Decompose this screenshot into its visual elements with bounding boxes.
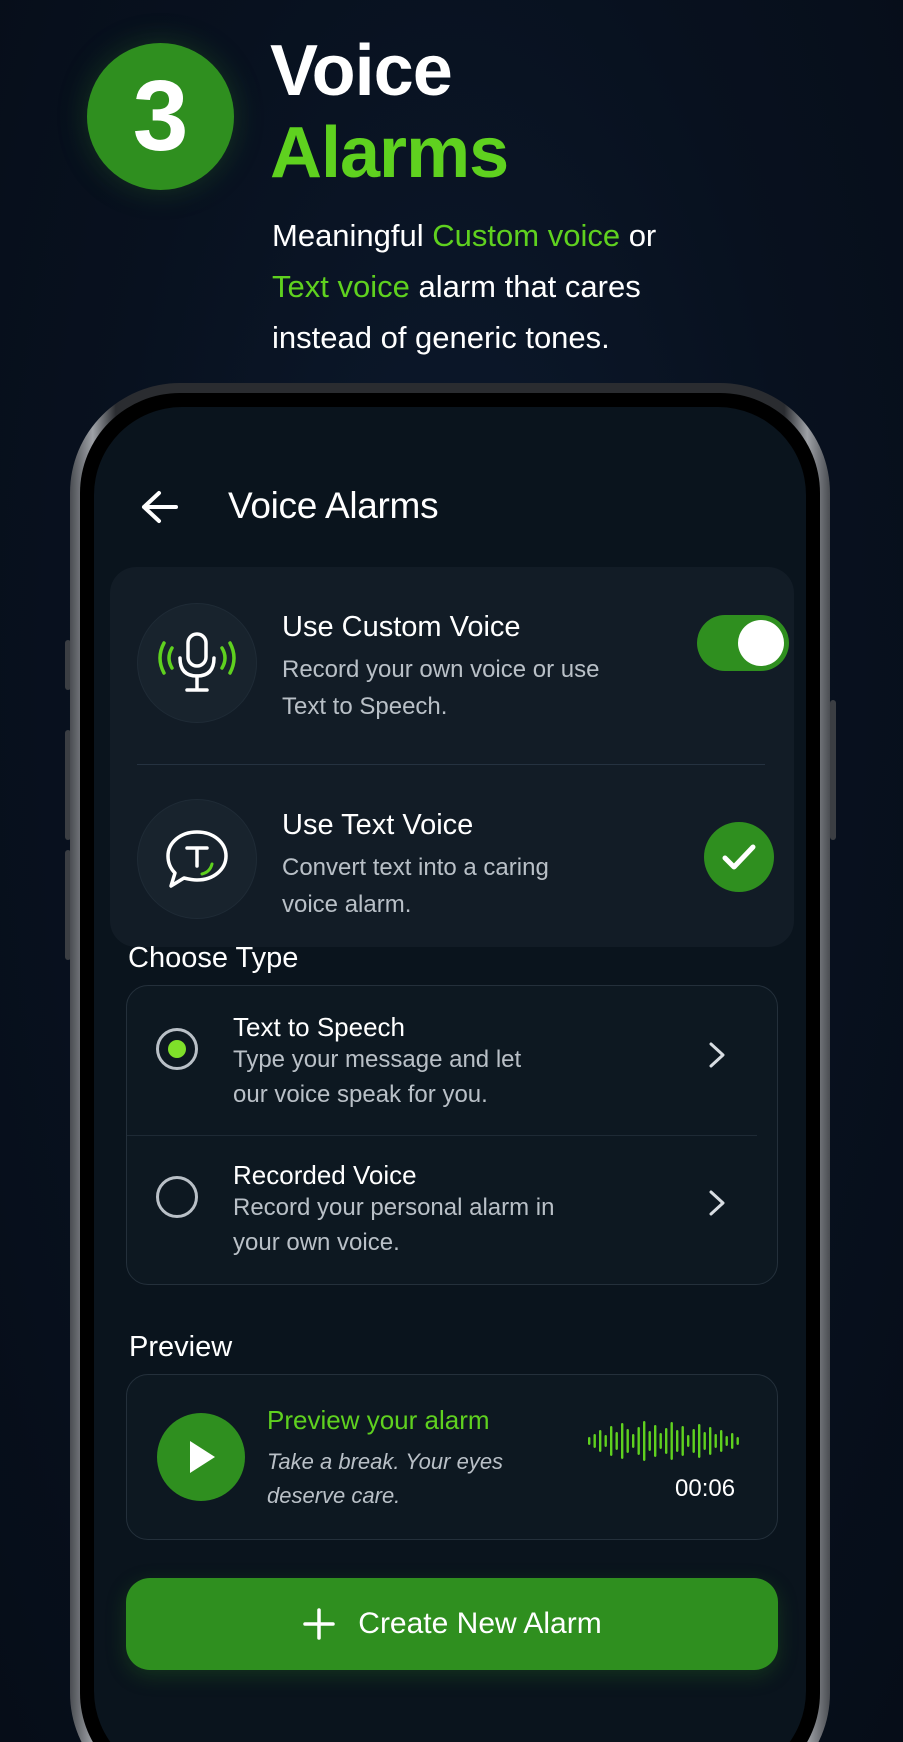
create-button-label: Create New Alarm <box>358 1607 602 1640</box>
waveform-bar <box>681 1426 684 1456</box>
toggle-knob <box>738 620 784 666</box>
back-button[interactable] <box>134 482 184 532</box>
waveform-bar <box>725 1436 728 1446</box>
voice-settings-card: Use Custom Voice Record your own voice o… <box>110 567 794 947</box>
waveform-bar <box>615 1432 618 1450</box>
option-title: Recorded Voice <box>233 1160 417 1190</box>
option-description: Record your personal alarm in your own v… <box>233 1194 555 1256</box>
phone-bezel: Voice Alarms Use Custom Voice Record you… <box>80 393 820 1742</box>
custom-voice-icon-container <box>137 603 257 723</box>
chevron-right-icon <box>709 1042 725 1068</box>
text-voice-icon-container <box>137 799 257 919</box>
text-voice-check[interactable] <box>704 822 774 892</box>
waveform-bar <box>648 1431 651 1451</box>
custom-voice-description: Record your own voice or use Text to Spe… <box>282 656 600 720</box>
waveform-bar <box>621 1423 624 1459</box>
tagline-text: or <box>620 218 657 253</box>
tagline-text: alarm that cares <box>409 269 641 304</box>
text-voice-description: Convert text into a caring voice alarm. <box>282 854 549 918</box>
preview-duration: 00:06 <box>675 1475 736 1502</box>
play-button[interactable] <box>157 1413 245 1501</box>
radio-text-to-speech[interactable] <box>156 1028 198 1070</box>
waveform-bar <box>599 1430 602 1452</box>
option-title: Text to Speech <box>233 1012 405 1042</box>
plus-icon <box>303 1608 336 1640</box>
waveform-bar <box>659 1433 662 1449</box>
waveform-bar <box>687 1435 690 1447</box>
type-option-text-to-speech[interactable]: Text to Speech Type your message and let… <box>127 986 777 1134</box>
waveform-bar <box>731 1433 734 1449</box>
waveform-bar <box>632 1434 635 1448</box>
step-number-badge: 3 <box>87 43 234 190</box>
phone-screen: Voice Alarms Use Custom Voice Record you… <box>94 407 806 1742</box>
waveform-bar <box>626 1429 629 1453</box>
tagline-text: Meaningful <box>272 218 433 253</box>
custom-voice-toggle[interactable] <box>697 615 789 671</box>
headline-line-1: Voice <box>270 31 453 111</box>
waveform-bar <box>654 1425 657 1457</box>
app-promo-screen: 3 Voice Alarms Meaningful Custom voice o… <box>0 0 903 1742</box>
radio-recorded-voice[interactable] <box>156 1176 198 1218</box>
custom-voice-title: Use Custom Voice <box>282 611 521 643</box>
waveform-icon <box>588 1421 739 1461</box>
play-icon <box>190 1441 215 1473</box>
type-options-card: Text to Speech Type your message and let… <box>126 985 778 1285</box>
settings-divider <box>137 764 765 765</box>
preview-card: Preview your alarm Take a break. Your ey… <box>126 1374 778 1540</box>
waveform-bar <box>714 1434 717 1448</box>
waveform-bar <box>736 1437 739 1445</box>
waveform-bar <box>643 1421 646 1461</box>
screen-title: Voice Alarms <box>228 485 439 526</box>
preview-quote: Take a break. Your eyes deserve care. <box>267 1449 504 1508</box>
text-voice-title: Use Text Voice <box>282 809 474 841</box>
create-new-alarm-button[interactable]: Create New Alarm <box>126 1578 778 1670</box>
tagline-highlight-custom-voice: Custom voice <box>432 218 621 253</box>
tagline-text: instead of generic tones. <box>272 320 610 355</box>
waveform-bar <box>593 1434 596 1448</box>
waveform-bar <box>670 1422 673 1460</box>
chevron-right-icon <box>709 1190 725 1216</box>
phone-power-button <box>830 700 836 840</box>
waveform-bar <box>720 1430 723 1452</box>
waveform-bar <box>692 1429 695 1453</box>
waveform-bar <box>703 1432 706 1450</box>
tagline: Meaningful Custom voice or Text voice al… <box>272 210 832 363</box>
phone-frame: Voice Alarms Use Custom Voice Record you… <box>70 383 830 1742</box>
waveform-bar <box>698 1424 701 1458</box>
waveform-bar <box>604 1435 607 1447</box>
tagline-highlight-text-voice: Text voice <box>272 269 410 304</box>
preview-label: Preview <box>129 1331 233 1363</box>
waveform-bar <box>610 1426 613 1456</box>
headline-line-2: Alarms <box>270 113 509 193</box>
waveform-bar <box>637 1427 640 1455</box>
arrow-left-icon <box>142 491 178 523</box>
microphone-icon <box>158 632 236 692</box>
waveform-bar <box>676 1430 679 1452</box>
type-option-recorded-voice[interactable]: Recorded Voice Record your personal alar… <box>127 1136 777 1284</box>
speech-bubble-t-icon <box>166 830 228 888</box>
waveform-bar <box>588 1437 591 1445</box>
choose-type-label: Choose Type <box>128 942 299 974</box>
waveform-bar <box>665 1428 668 1454</box>
preview-title: Preview your alarm <box>267 1405 490 1435</box>
checkmark-icon <box>722 844 756 870</box>
waveform-bar <box>709 1427 712 1455</box>
option-description: Type your message and let our voice spea… <box>233 1046 522 1108</box>
